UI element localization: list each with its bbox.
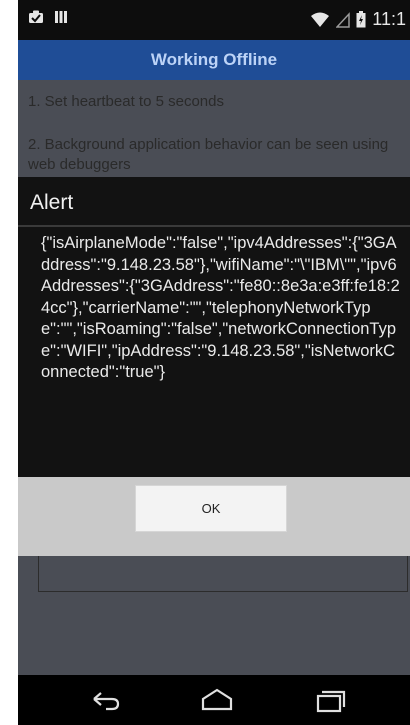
status-right-icons: 11:1	[310, 9, 406, 30]
status-left-icons	[28, 10, 68, 24]
home-icon[interactable]	[200, 687, 234, 713]
signal-icon	[336, 11, 351, 28]
wifi-icon	[310, 12, 330, 28]
dialog-message: {"isAirplaneMode":"false","ipv4Addresses…	[41, 234, 400, 381]
navigation-bar	[18, 675, 410, 725]
dialog-title: Alert	[30, 191, 74, 214]
notification-icon	[28, 10, 44, 24]
page-title: Working Offline	[18, 40, 410, 80]
recent-apps-icon[interactable]	[313, 687, 347, 713]
alert-dialog: Alert {"isAirplaneMode":"false","ipv4Add…	[18, 177, 410, 556]
back-icon[interactable]	[88, 687, 122, 713]
storage-icon	[54, 10, 68, 24]
battery-icon	[356, 11, 366, 28]
dialog-divider	[18, 225, 410, 227]
list-item: 1. Set heartbeat to 5 seconds	[28, 93, 224, 110]
status-bar: 11:1	[18, 0, 410, 40]
status-time: 11:1	[372, 9, 406, 29]
ok-button[interactable]: OK	[135, 485, 287, 532]
dialog-button-bar: OK	[18, 477, 410, 556]
list-item: 2. Background application behavior can b…	[28, 136, 389, 173]
